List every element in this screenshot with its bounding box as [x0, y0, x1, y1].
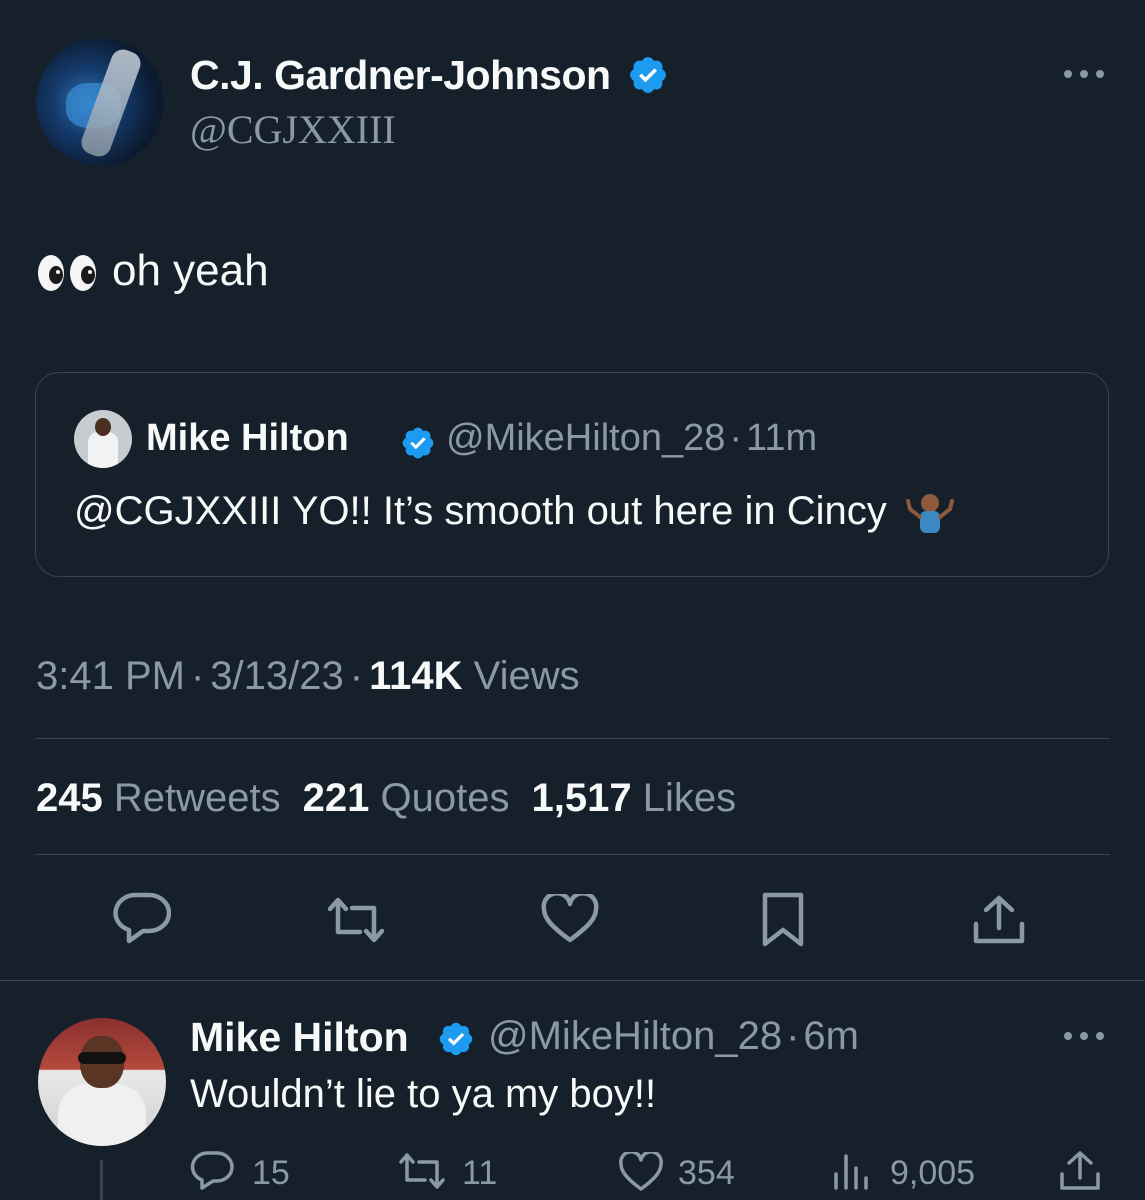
- verified-badge-icon: [630, 57, 667, 94]
- verified-badge-icon: [402, 427, 434, 459]
- divider: [35, 854, 1110, 855]
- reply-dot: ·: [786, 1014, 800, 1058]
- quotes-count: 221: [302, 776, 370, 820]
- eyes-emoji-icon: [38, 255, 96, 292]
- author-name-row[interactable]: C.J. Gardner-Johnson: [190, 52, 669, 99]
- quote-text: @CGJXXIII YO!! It’s smooth out here in C…: [74, 489, 887, 533]
- author-avatar[interactable]: [36, 38, 164, 166]
- quote-dot: ·: [729, 417, 743, 459]
- reply-retweets-count[interactable]: 11: [462, 1154, 497, 1193]
- retweet-icon[interactable]: [398, 1152, 446, 1190]
- reply-likes-count[interactable]: 354: [678, 1154, 735, 1193]
- retweet-icon[interactable]: [326, 896, 386, 944]
- quotes-label: Quotes: [380, 776, 510, 820]
- quotes-stat[interactable]: 221 Quotes: [303, 776, 510, 820]
- reply-author-avatar[interactable]: [38, 1018, 166, 1146]
- tweet-stats: 245 Retweets 221 Quotes 1,517 Likes: [36, 776, 736, 821]
- quote-age[interactable]: 11m: [746, 417, 817, 459]
- reply-meta: @MikeHilton_28 · 6m: [488, 1014, 859, 1059]
- author-name[interactable]: C.J. Gardner-Johnson: [190, 52, 611, 98]
- views-label[interactable]: Views: [474, 654, 580, 698]
- reply-age[interactable]: 6m: [803, 1014, 859, 1058]
- quote-author-handle[interactable]: @MikeHilton_28: [446, 417, 725, 459]
- quote-author-avatar[interactable]: [74, 410, 132, 468]
- tweet-meta: 3:41 PM · 3/13/23 · 114K Views: [36, 654, 580, 699]
- more-options-icon[interactable]: [1060, 64, 1108, 84]
- tweet-time[interactable]: 3:41 PM: [36, 654, 185, 698]
- retweets-stat[interactable]: 245 Retweets: [36, 776, 281, 820]
- reply-author-name[interactable]: Mike Hilton: [190, 1014, 409, 1061]
- likes-label: Likes: [642, 776, 737, 820]
- likes-count: 1,517: [531, 776, 632, 820]
- likes-stat[interactable]: 1,517 Likes: [531, 776, 736, 820]
- bookmark-icon[interactable]: [759, 892, 807, 948]
- views-icon[interactable]: [830, 1150, 874, 1192]
- reply-views-count[interactable]: 9,005: [890, 1154, 975, 1193]
- meta-dot: ·: [190, 654, 205, 698]
- like-icon[interactable]: [618, 1152, 664, 1192]
- author-handle[interactable]: @CGJXXIII: [190, 106, 396, 153]
- reply-icon[interactable]: [113, 892, 171, 944]
- meta-dot: ·: [349, 654, 364, 698]
- share-icon[interactable]: [972, 894, 1026, 946]
- tweet-text-row: oh yeah: [36, 246, 269, 296]
- retweets-label: Retweets: [113, 776, 281, 820]
- like-icon[interactable]: [541, 894, 599, 944]
- share-icon[interactable]: [1058, 1150, 1102, 1192]
- views-count[interactable]: 114K: [369, 654, 462, 698]
- reply-icon[interactable]: [190, 1150, 234, 1190]
- section-separator: [0, 980, 1145, 981]
- reply-author-handle[interactable]: @MikeHilton_28: [488, 1014, 782, 1058]
- quote-author-name[interactable]: Mike Hilton: [146, 417, 349, 460]
- reply-replies-count[interactable]: 15: [252, 1154, 290, 1193]
- reply-text: Wouldn’t lie to ya my boy!!: [190, 1072, 657, 1116]
- retweets-count: 245: [36, 776, 103, 820]
- quoted-tweet[interactable]: Mike Hilton @MikeHilton_28 · 11m @CGJXXIII…: [35, 372, 1109, 577]
- tweet-text: oh yeah: [112, 246, 269, 295]
- thread-line: [100, 1160, 103, 1200]
- quote-text-row: @CGJXXIII YO!! It’s smooth out here in C…: [74, 489, 954, 535]
- more-options-icon[interactable]: [1060, 1026, 1108, 1046]
- divider: [35, 738, 1110, 739]
- tweet-date[interactable]: 3/13/23: [210, 654, 343, 698]
- verified-badge-icon: [439, 1022, 473, 1056]
- quote-meta: @MikeHilton_28 · 11m: [446, 417, 817, 460]
- shrug-emoji-icon: [905, 494, 954, 534]
